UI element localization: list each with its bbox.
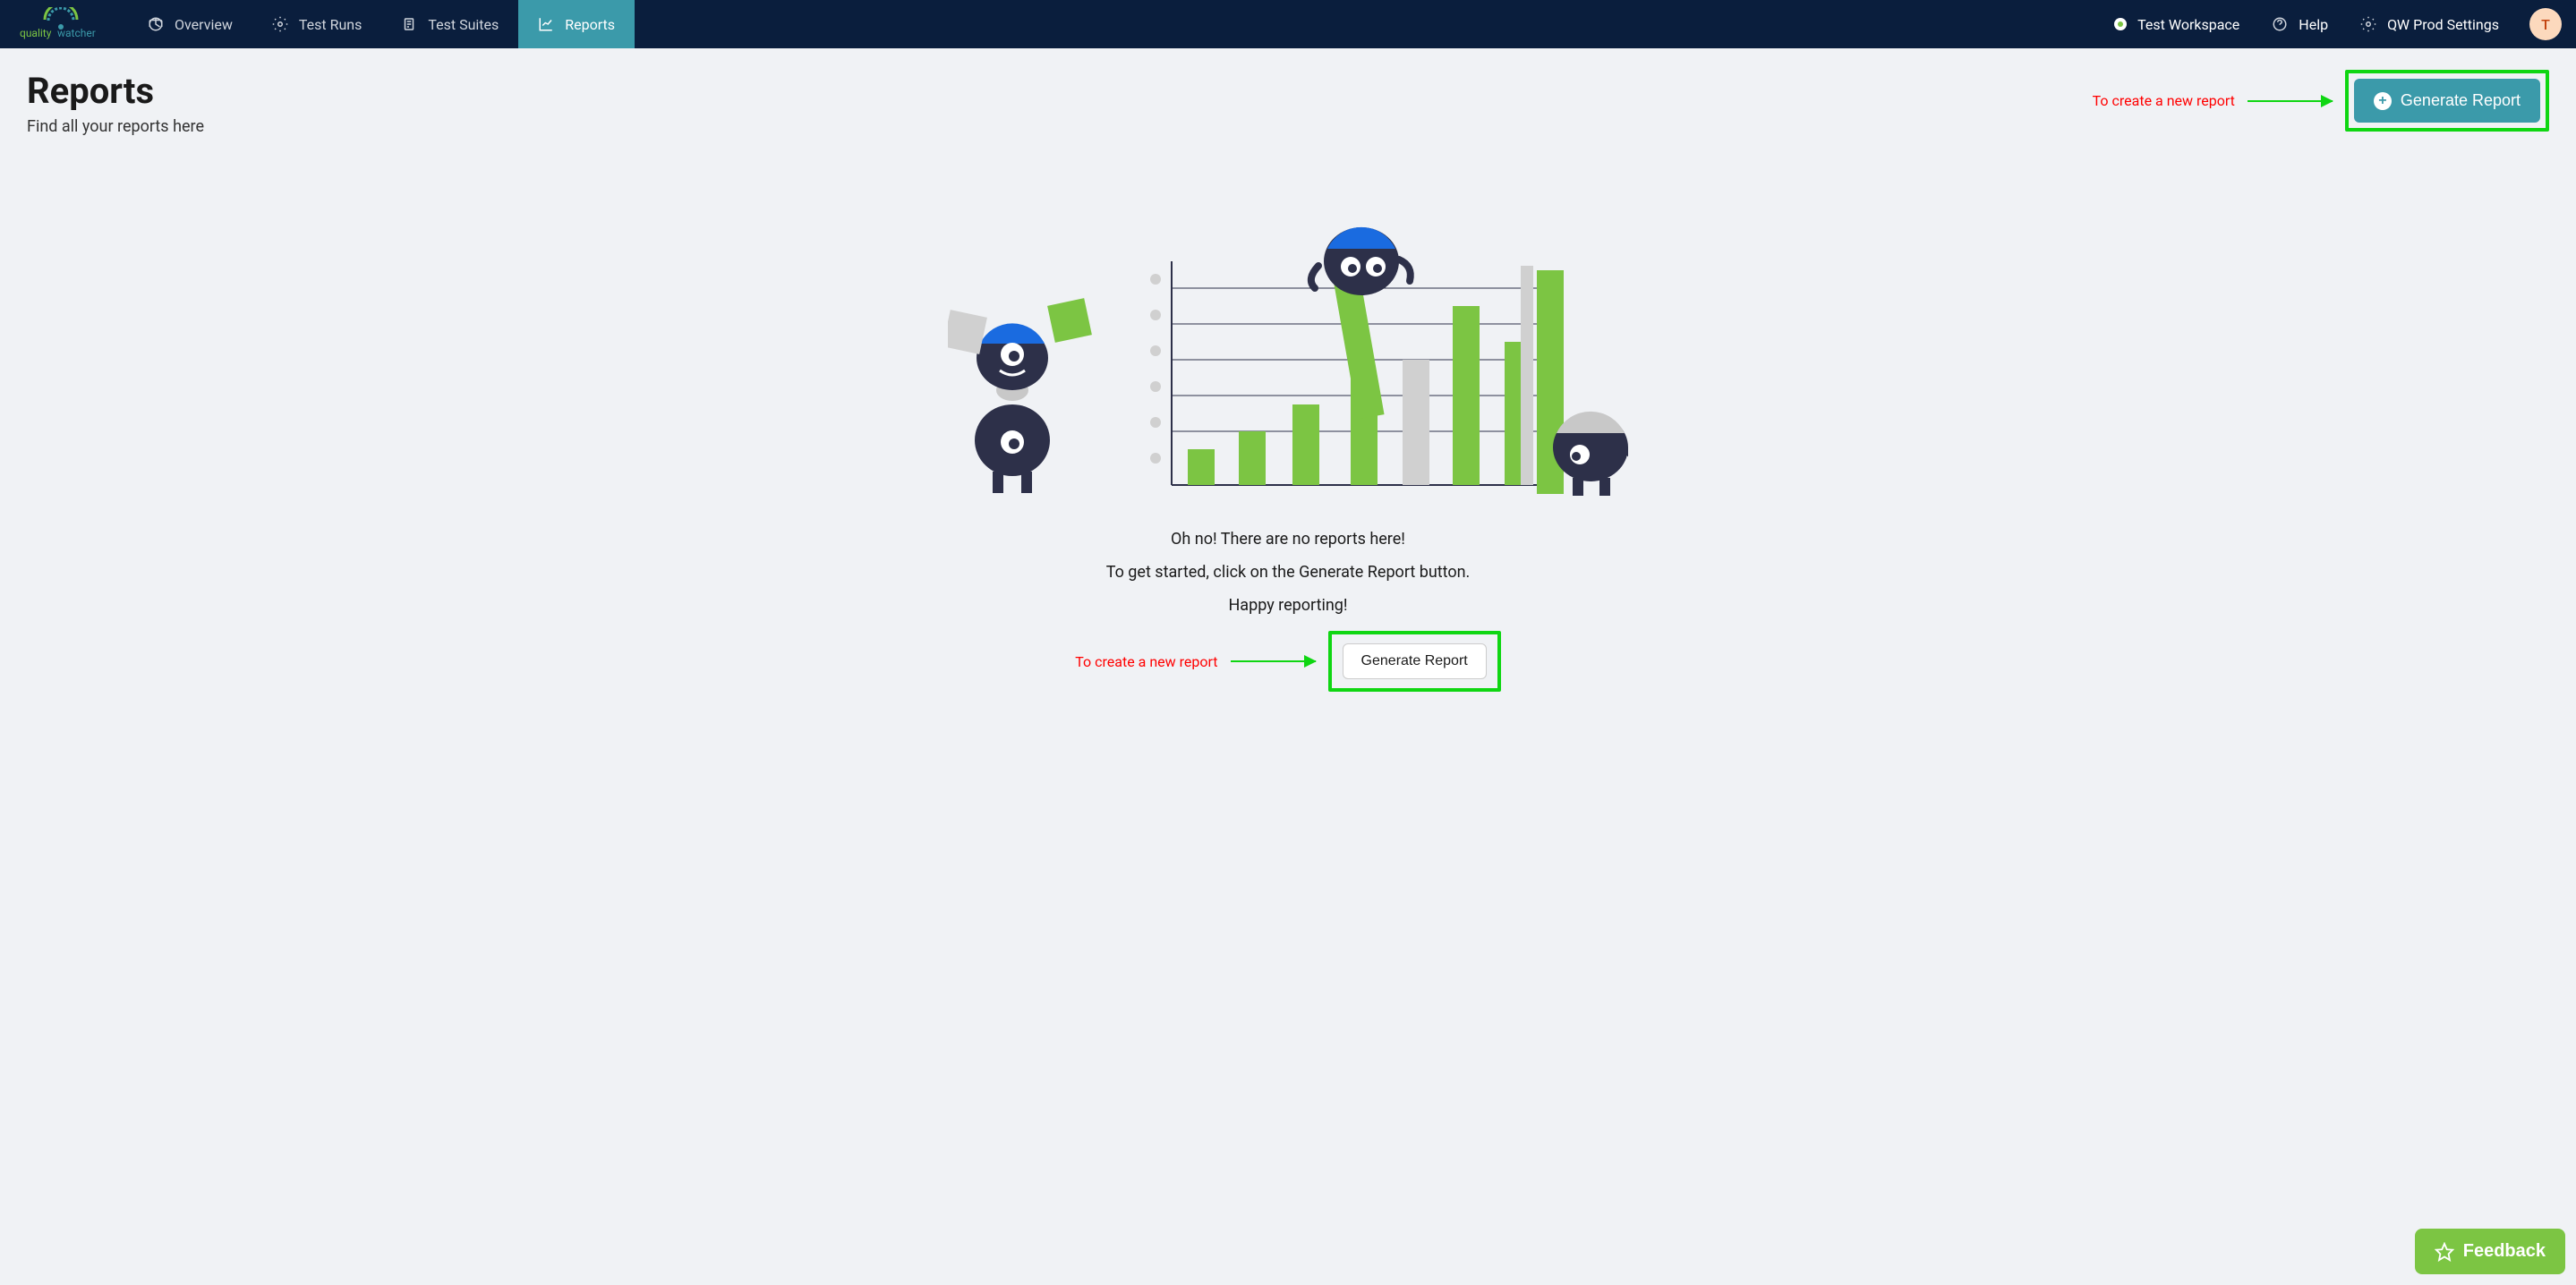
clipboard-icon <box>401 16 417 32</box>
star-icon <box>2435 1242 2454 1262</box>
annotation-highlight-box: + Generate Report <box>2345 70 2549 132</box>
page-title: Reports <box>27 70 204 112</box>
workspace-label: Test Workspace <box>2137 16 2239 33</box>
empty-state-illustration <box>948 199 1628 512</box>
nav-reports[interactable]: Reports <box>518 0 635 48</box>
navbar: quality watcher Overview Test Runs Test … <box>0 0 2576 48</box>
nav-overview-label: Overview <box>175 16 233 33</box>
annotation-arrow-icon <box>1231 660 1316 662</box>
nav-overview[interactable]: Overview <box>128 0 252 48</box>
empty-text-line1: Oh no! There are no reports here! <box>1171 530 1405 549</box>
page-header-left: Reports Find all your reports here <box>27 70 204 136</box>
nav-test-suites-label: Test Suites <box>428 16 499 33</box>
page-header: Reports Find all your reports here To cr… <box>27 70 2549 136</box>
logo[interactable]: quality watcher <box>11 7 110 41</box>
page-subtitle: Find all your reports here <box>27 117 204 136</box>
chart-icon <box>538 16 554 32</box>
settings-label: QW Prod Settings <box>2387 16 2499 33</box>
nav-test-suites[interactable]: Test Suites <box>381 0 518 48</box>
help-link[interactable]: Help <box>2256 0 2344 48</box>
workspace-selector[interactable]: Test Workspace <box>2098 0 2256 48</box>
empty-state: Oh no! There are no reports here! To get… <box>27 199 2549 692</box>
annotation-top-hint: To create a new report <box>2093 92 2235 109</box>
pie-chart-icon <box>148 16 164 32</box>
empty-text-line3: Happy reporting! <box>1228 596 1347 615</box>
svg-text:quality: quality <box>20 27 52 39</box>
annotation-highlight-box-sm: Generate Report <box>1328 631 1501 692</box>
page-header-right: To create a new report + Generate Report <box>2093 70 2549 132</box>
workspace-status-icon <box>2114 18 2127 30</box>
help-label: Help <box>2299 16 2328 33</box>
avatar-initial: T <box>2541 16 2550 33</box>
content: Reports Find all your reports here To cr… <box>0 48 2576 1285</box>
plus-icon: + <box>2374 92 2392 110</box>
generate-report-secondary-label: Generate Report <box>1361 653 1468 668</box>
nav-items: Overview Test Runs Test Suites Reports <box>128 0 635 48</box>
settings-gear-icon <box>2360 16 2376 32</box>
gear-icon <box>272 16 288 32</box>
bottom-annotation-row: To create a new report Generate Report <box>1075 631 1500 692</box>
annotation-arrow-icon <box>2248 100 2333 102</box>
help-icon <box>2272 16 2288 32</box>
settings-link[interactable]: QW Prod Settings <box>2344 0 2515 48</box>
nav-right: Test Workspace Help QW Prod Settings T <box>2098 0 2576 48</box>
avatar[interactable]: T <box>2529 8 2562 40</box>
feedback-button[interactable]: Feedback <box>2415 1229 2565 1274</box>
nav-reports-label: Reports <box>565 16 615 33</box>
empty-text-line2: To get started, click on the Generate Re… <box>1106 563 1471 582</box>
generate-report-button[interactable]: + Generate Report <box>2354 79 2540 123</box>
svg-text:watcher: watcher <box>57 27 96 39</box>
nav-test-runs[interactable]: Test Runs <box>252 0 382 48</box>
annotation-bottom-hint: To create a new report <box>1075 653 1217 670</box>
generate-report-button-label: Generate Report <box>2401 91 2521 110</box>
generate-report-button-secondary[interactable]: Generate Report <box>1343 643 1487 679</box>
feedback-button-label: Feedback <box>2463 1241 2546 1262</box>
nav-test-runs-label: Test Runs <box>299 16 363 33</box>
